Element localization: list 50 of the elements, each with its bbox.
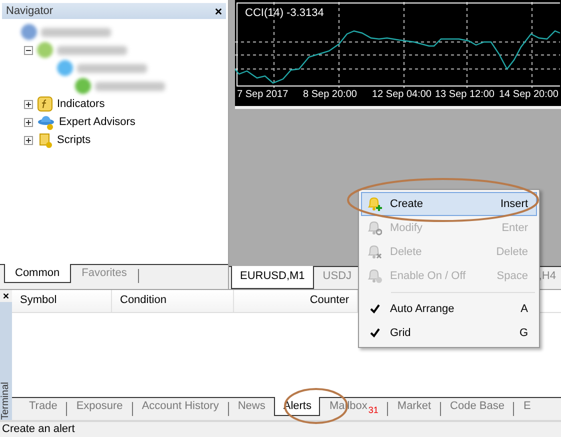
blurred-icon <box>57 60 73 76</box>
bell-x-icon <box>366 244 382 260</box>
tab[interactable]: Market <box>388 397 440 416</box>
tree-item[interactable]: Scripts <box>57 134 91 146</box>
tab[interactable]: Account History <box>132 397 228 416</box>
tree-item[interactable]: Indicators <box>57 98 105 110</box>
menu-item[interactable]: Create Insert <box>361 192 537 216</box>
close-icon[interactable] <box>3 293 9 300</box>
axis-label: 14 Sep 20:00 <box>499 89 558 100</box>
count-label: 31 <box>368 405 378 416</box>
tab[interactable]: Common <box>4 264 71 284</box>
tab[interactable]: Trade <box>20 397 66 416</box>
axis-label: 13 Sep 12:00 <box>435 89 494 100</box>
blurred-icon <box>21 24 37 40</box>
tab[interactable]: Exposure <box>67 397 132 416</box>
bell-plus-icon <box>366 196 382 212</box>
panel-title: Navigator <box>6 5 54 17</box>
axis-label: 8 Sep 20:00 <box>303 89 357 100</box>
blurred-icon <box>37 42 53 58</box>
axis-label: 7 Sep 2017 <box>237 89 288 100</box>
column-header[interactable]: Counter <box>234 290 358 312</box>
panel-title: Terminal <box>0 382 12 420</box>
tab[interactable]: Favorites <box>70 264 138 284</box>
chart-tab[interactable]: USDJ <box>314 266 361 290</box>
column-header[interactable]: Condition <box>112 290 234 312</box>
function-icon <box>37 96 53 112</box>
hat-icon <box>37 114 55 130</box>
blurred-label <box>77 64 147 72</box>
bell-pause-icon <box>366 268 382 284</box>
menu-item[interactable]: Auto Arrange A <box>361 297 537 321</box>
blurred-label <box>57 46 127 54</box>
tab[interactable]: Code Base <box>441 397 514 416</box>
collapse-toggle[interactable] <box>24 46 33 54</box>
expand-toggle[interactable] <box>24 118 33 126</box>
axis-label: 12 Sep 04:00 <box>372 89 432 100</box>
expand-toggle[interactable] <box>24 136 33 144</box>
close-icon[interactable] <box>215 8 222 14</box>
indicator-label: CCI(14) -3.3134 <box>245 7 324 19</box>
blurred-label <box>41 28 111 36</box>
blurred-icon <box>75 78 91 94</box>
bell-gear-icon <box>366 220 382 236</box>
expand-toggle[interactable] <box>24 100 33 108</box>
menu-item[interactable]: Grid G <box>361 321 537 345</box>
tree-item[interactable]: Expert Advisors <box>59 116 136 128</box>
tab[interactable]: News <box>228 397 274 416</box>
column-header[interactable]: Symbol <box>12 290 112 312</box>
blurred-label <box>95 82 165 90</box>
chart-tab[interactable]: EURUSD,M1 <box>231 266 314 290</box>
tab[interactable]: E <box>514 397 540 416</box>
scroll-icon <box>37 132 53 148</box>
